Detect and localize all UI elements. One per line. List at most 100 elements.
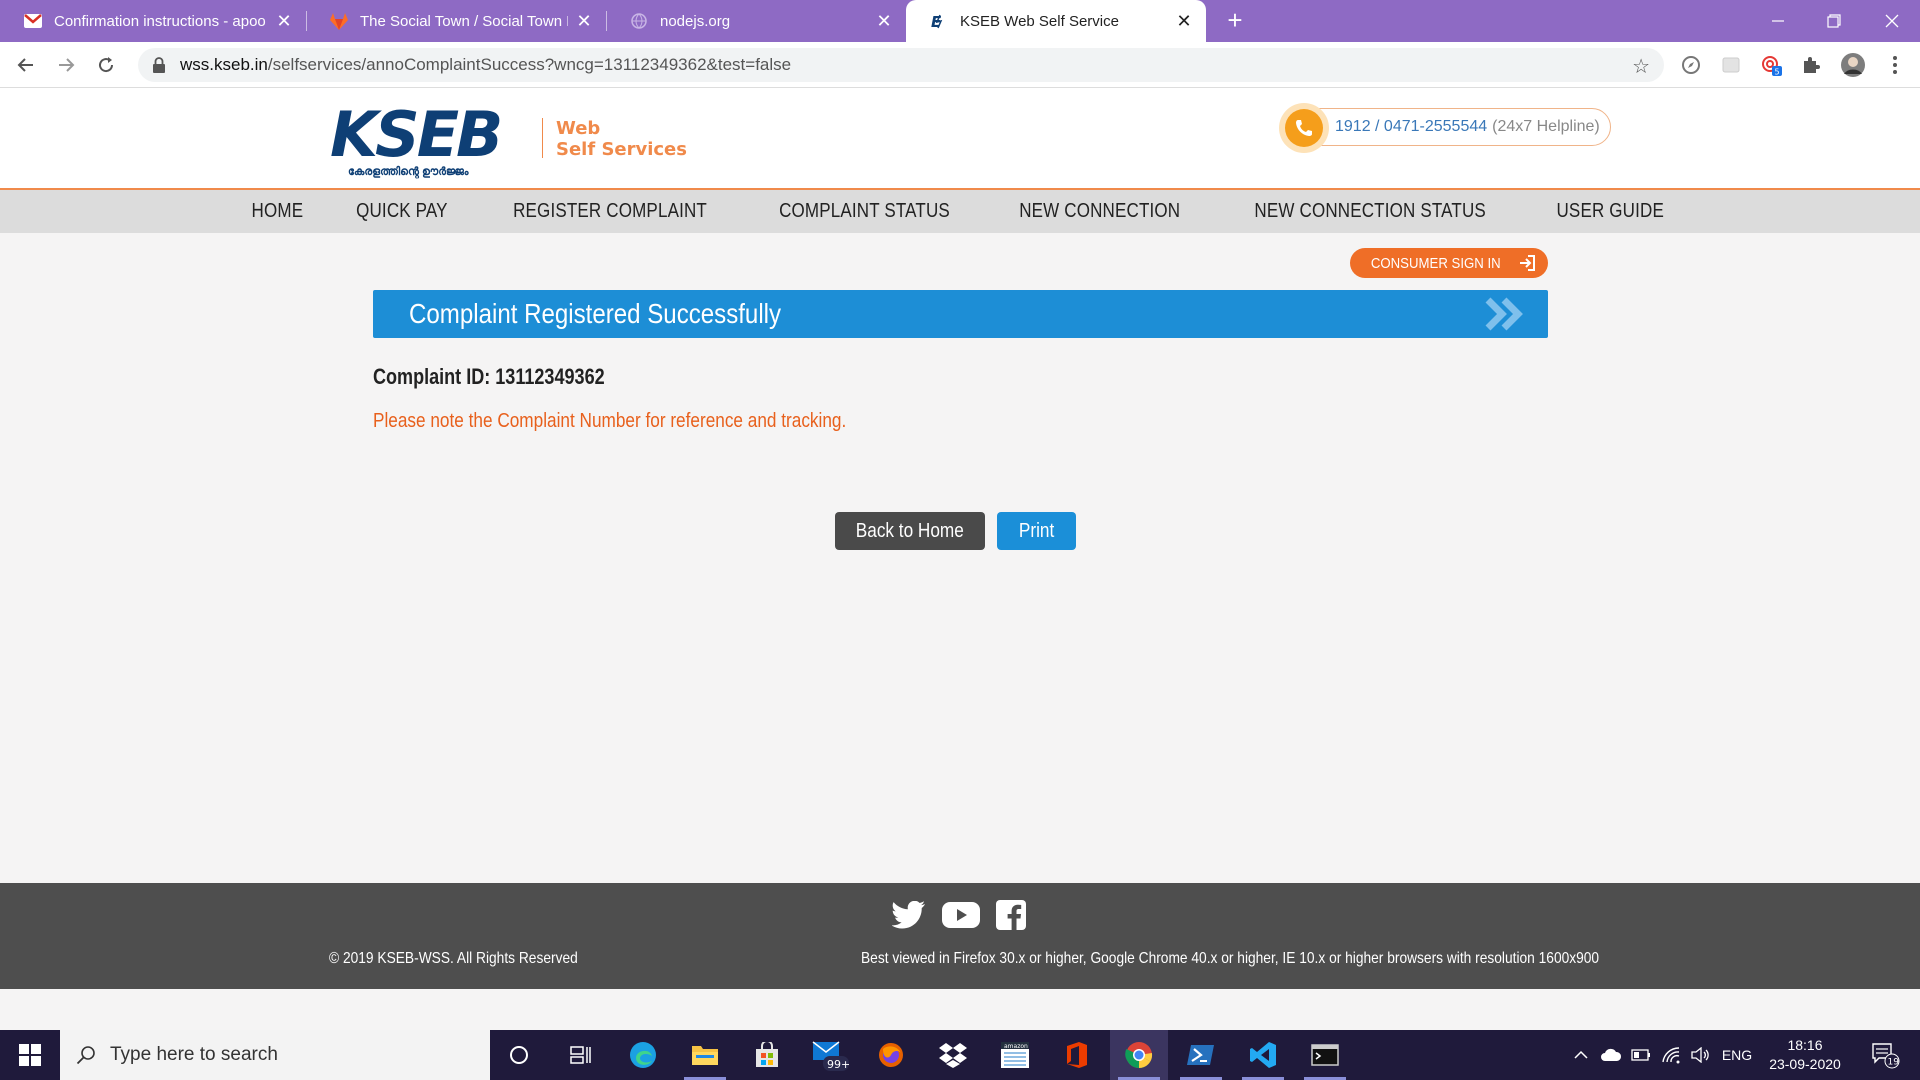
chevron-up-icon[interactable] [1570,1030,1592,1080]
new-tab-button[interactable]: + [1220,6,1250,36]
kseb-logo[interactable]: KSEB കേരളത്തിന്റെ ഊർജ്ജം Web Self Service… [330,98,700,184]
search-placeholder: Type here to search [110,1044,278,1065]
browser-tab-gmail[interactable]: Confirmation instructions - apoo ✕ [0,0,306,42]
system-clock[interactable]: 18:16 23-09-2020 [1760,1036,1850,1074]
globe-icon [630,12,648,30]
profile-avatar[interactable] [1840,52,1866,78]
mail-icon[interactable]: 99+ [800,1030,858,1080]
powershell-icon[interactable] [1172,1030,1230,1080]
extension-blank-icon[interactable] [1720,54,1742,76]
sign-in-icon [1519,255,1535,271]
close-window-button[interactable] [1864,0,1920,42]
nav-new-connection[interactable]: NEW CONNECTION [1002,200,1197,223]
extension-compass-icon[interactable] [1680,54,1702,76]
extension-badge: 5 [1775,68,1780,77]
notification-count: 19 [1888,1058,1900,1068]
logo-sub-web: Web [556,118,601,139]
forward-arrow-icon[interactable] [50,49,82,81]
copyright-text: © 2019 KSEB-WSS. All Rights Reserved [329,950,578,967]
browser-tab-social-town[interactable]: The Social Town / Social Town Fr ✕ [306,0,606,42]
terminal-icon[interactable] [1296,1030,1354,1080]
logo-subtitle: Web Self Services [556,118,687,160]
close-icon[interactable]: ✕ [574,11,594,32]
reload-icon[interactable] [90,49,122,81]
youtube-icon[interactable] [942,898,980,932]
amazon-icon[interactable]: amazon [986,1030,1044,1080]
gitlab-icon [330,12,348,30]
nav-complaint-status[interactable]: COMPLAINT STATUS [762,200,967,223]
browser-toolbar: wss.kseb.in/selfservices/annoComplaintSu… [0,42,1920,88]
restore-button[interactable] [1806,0,1862,42]
print-button[interactable]: Print [997,512,1076,550]
clock-time: 18:16 [1787,1037,1823,1053]
task-view-icon[interactable] [552,1030,610,1080]
taskbar-search-box[interactable]: Type here to search [60,1030,490,1080]
firefox-icon[interactable] [862,1030,920,1080]
browser-tab-kseb[interactable]: E KSEB Web Self Service ✕ [906,0,1206,42]
tab-title: Confirmation instructions - apoo [54,12,266,30]
banner-title: Complaint Registered Successfully [409,298,782,329]
tab-title: nodejs.org [660,12,731,30]
minimize-button[interactable] [1750,0,1806,42]
notification-center-icon[interactable]: 19 [1864,1030,1908,1080]
back-to-home-label: Back to Home [855,519,965,542]
main-navigation: HOME QUICK PAY REGISTER COMPLAINT COMPLA… [0,190,1920,233]
nav-new-connection-status[interactable]: NEW CONNECTION STATUS [1238,200,1504,223]
battery-icon[interactable] [1628,1030,1654,1080]
double-chevron-icon [1485,297,1523,331]
onedrive-icon[interactable] [1598,1030,1624,1080]
consumer-sign-in-button[interactable]: CONSUMER SIGN IN [1350,248,1548,278]
nav-quick-pay[interactable]: QUICK PAY [339,200,465,223]
nav-register-complaint[interactable]: REGISTER COMPLAINT [496,200,724,223]
nav-home[interactable]: HOME [235,200,321,223]
browser-tab-nodejs[interactable]: nodejs.org ✕ [606,0,906,42]
url-host: wss.kseb.in [180,55,268,74]
lock-icon [152,57,168,73]
tab-title: KSEB Web Self Service [960,12,1119,30]
complaint-id: Complaint ID: 13112349362 [373,364,605,389]
sign-in-label: CONSUMER SIGN IN [1371,254,1501,272]
edge-icon[interactable] [614,1030,672,1080]
search-icon [76,1046,95,1065]
helpline-note: (24x7 Helpline) [1492,118,1600,135]
address-bar[interactable]: wss.kseb.in/selfservices/annoComplaintSu… [138,48,1664,82]
twitter-icon[interactable] [892,898,926,932]
file-explorer-icon[interactable] [676,1030,734,1080]
phone-icon [1279,103,1329,153]
reference-note: Please note the Complaint Number for ref… [373,410,847,432]
dropbox-icon[interactable] [924,1030,982,1080]
close-icon[interactable]: ✕ [1174,11,1194,32]
browser-tab-strip: Confirmation instructions - apoo ✕ The S… [0,0,1920,42]
print-label: Print [1018,519,1055,542]
browser-compat-text: Best viewed in Firefox 30.x or higher, G… [861,950,1600,967]
vscode-icon[interactable] [1234,1030,1292,1080]
wifi-icon[interactable] [1658,1030,1684,1080]
nav-user-guide[interactable]: USER GUIDE [1539,200,1680,223]
extension-signal-icon[interactable]: 5 [1760,54,1782,76]
chrome-icon[interactable] [1110,1030,1168,1080]
volume-icon[interactable] [1688,1030,1714,1080]
site-header: KSEB കേരളത്തിന്റെ ഊർജ്ജം Web Self Service… [0,88,1920,190]
url-text: wss.kseb.in/selfservices/annoComplaintSu… [180,55,791,75]
helpline-number[interactable]: 1912 / 0471-2555544 [1335,118,1487,136]
gmail-icon [24,12,42,30]
language-indicator[interactable]: ENG [1716,1030,1758,1080]
close-icon[interactable]: ✕ [274,11,294,32]
cortana-icon[interactable] [490,1030,548,1080]
logo-tagline: കേരളത്തിന്റെ ഊർജ്ജം [348,166,469,178]
office-icon[interactable] [1048,1030,1106,1080]
close-icon[interactable]: ✕ [874,11,894,32]
windows-taskbar: Type here to search 99+ amazon ENG 18:16… [0,1030,1920,1080]
logo-text: KSEB [330,98,503,171]
store-icon[interactable] [738,1030,796,1080]
helpline-badge: 1912 / 0471-2555544 (24x7 Helpline) [1279,103,1611,153]
bookmark-star-icon[interactable]: ☆ [1632,54,1650,79]
back-to-home-button[interactable]: Back to Home [835,512,985,550]
logo-divider [542,118,543,158]
mail-badge: 99+ [827,1058,849,1071]
facebook-icon[interactable] [994,898,1028,932]
menu-kebab-icon[interactable] [1884,54,1906,76]
puzzle-icon[interactable] [1800,54,1822,76]
back-arrow-icon[interactable] [10,49,42,81]
windows-start-icon[interactable] [0,1030,60,1080]
